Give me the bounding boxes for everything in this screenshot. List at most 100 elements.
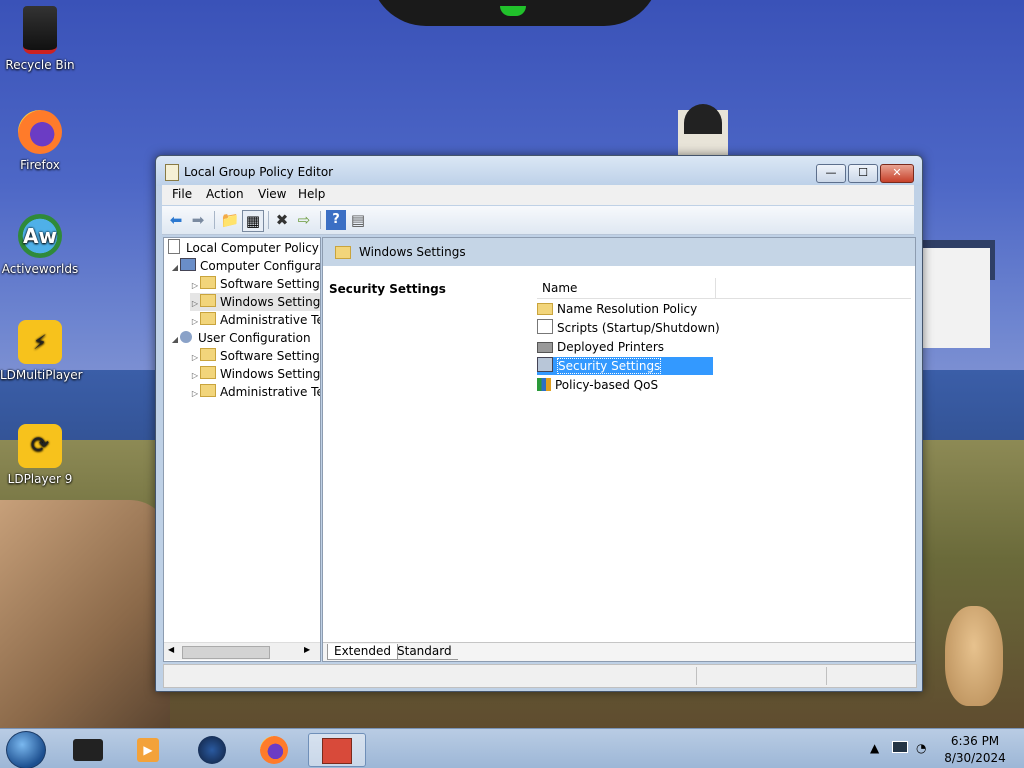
desktop-icon-label: LDPlayer 9 <box>7 472 73 486</box>
tree-label: Local Computer Policy <box>186 241 319 255</box>
desktop-icon-label: LDMultiPlayer <box>0 368 83 382</box>
tree-label: User Configuration <box>198 331 311 345</box>
column-divider[interactable] <box>715 278 716 298</box>
properties-icon[interactable]: ▤ <box>348 210 368 230</box>
start-button[interactable] <box>6 731 46 768</box>
column-header: Name <box>537 278 911 299</box>
tree-item-user-configuration[interactable]: ◢ User Configuration <box>170 329 311 347</box>
folder-icon <box>537 303 553 315</box>
maximize-button[interactable]: ☐ <box>848 164 878 183</box>
status-divider <box>826 667 827 685</box>
forward-arrow-icon[interactable]: ➡ <box>188 210 208 230</box>
menu-help[interactable]: Help <box>298 187 325 201</box>
collapse-arrow-icon[interactable]: ▷ <box>190 385 200 403</box>
help-icon[interactable]: ? <box>326 210 346 230</box>
tab-standard[interactable]: Standard <box>391 644 458 660</box>
close-button[interactable]: ✕ <box>880 164 914 183</box>
status-divider <box>696 667 697 685</box>
toolbar-separator <box>320 211 321 229</box>
tree-item-windows-settings[interactable]: ▷ Windows Setting <box>190 365 320 383</box>
expand-arrow-icon[interactable]: ◢ <box>170 331 180 349</box>
house <box>920 248 990 348</box>
tree-item-administrative-templates[interactable]: ▷ Administrative Te <box>190 311 321 329</box>
menu-file[interactable]: File <box>172 187 192 201</box>
column-name[interactable]: Name <box>542 281 577 295</box>
list-item-selected[interactable]: Security Settings <box>537 357 713 375</box>
desktop-icon-firefox[interactable]: Firefox <box>0 110 80 172</box>
folder-icon <box>200 366 216 379</box>
folder-icon <box>200 312 216 325</box>
browser-globe-icon[interactable] <box>192 733 232 765</box>
network-icon[interactable]: ◔ <box>916 741 926 755</box>
tree-label: Administrative Te <box>220 385 321 399</box>
chart-icon <box>537 378 551 391</box>
tree-item-software-settings[interactable]: ▷ Software Settings <box>190 275 321 293</box>
tree-label: Software Settings <box>220 349 321 363</box>
tree-label: Administrative Te <box>220 313 321 327</box>
tree-horizontal-scrollbar[interactable]: ◀ ▶ <box>164 642 320 660</box>
list-item[interactable]: Name Resolution Policy <box>537 300 713 318</box>
back-arrow-icon[interactable]: ⬅ <box>166 210 186 230</box>
desktop-icon-activeworlds[interactable]: Aw Activeworlds <box>0 214 80 276</box>
title-bar[interactable]: Local Group Policy Editor — ☐ ✕ <box>156 156 922 186</box>
expand-arrow-icon[interactable]: ◢ <box>170 259 180 277</box>
firefox-icon[interactable] <box>254 733 294 765</box>
security-icon <box>537 357 553 372</box>
list-item-label: Scripts (Startup/Shutdown) <box>557 321 720 335</box>
folder-explorer-icon[interactable] <box>68 733 108 765</box>
monitor-icon[interactable] <box>892 741 908 753</box>
folder-icon <box>200 348 216 361</box>
status-bar <box>163 664 917 688</box>
show-hide-tree-icon[interactable]: ▦ <box>242 210 264 232</box>
taskbar: ▶ ▲ ◔ 6:36 PM 8/30/2024 <box>0 728 1024 768</box>
list-item[interactable]: Policy-based QoS <box>537 376 713 394</box>
desktop-icon-ldplayer[interactable]: ⟳ LDPlayer 9 <box>0 424 80 486</box>
group-policy-icon[interactable] <box>308 733 366 767</box>
menu-action[interactable]: Action <box>206 187 244 201</box>
list-item[interactable]: Deployed Printers <box>537 338 713 356</box>
toolbar-separator <box>268 211 269 229</box>
toolbar: ⬅ ➡ 📁 ▦ ✖ ⇨ ? ▤ <box>162 206 914 235</box>
scroll-right-arrow-icon[interactable]: ▶ <box>304 645 310 654</box>
tree-root[interactable]: Local Computer Policy <box>168 239 319 257</box>
clock-time[interactable]: 6:36 PM <box>940 734 1010 748</box>
folder-icon <box>200 276 216 289</box>
list-item[interactable]: Scripts (Startup/Shutdown) <box>537 319 720 337</box>
minimize-button[interactable]: — <box>816 164 846 183</box>
up-folder-icon[interactable]: 📁 <box>220 210 240 230</box>
scrollbar-thumb[interactable] <box>182 646 270 659</box>
delete-icon[interactable]: ✖ <box>272 210 292 230</box>
media-player-icon[interactable]: ▶ <box>128 733 168 765</box>
desktop-icon-ldmultiplayer[interactable]: ⚡ LDMultiPlayer <box>0 320 83 382</box>
scroll-left-arrow-icon[interactable]: ◀ <box>168 645 174 654</box>
details-header-title: Windows Settings <box>359 245 466 259</box>
tree-label: Windows Setting <box>220 367 321 381</box>
menu-view[interactable]: View <box>258 187 286 201</box>
ldmultiplayer-icon: ⚡ <box>18 320 62 364</box>
export-list-icon[interactable]: ⇨ <box>294 210 314 230</box>
desktop-icon-label: Activeworlds <box>1 262 79 276</box>
tree-label: Software Settings <box>220 277 321 291</box>
group-policy-editor-window[interactable]: Local Group Policy Editor — ☐ ✕ File Act… <box>155 155 923 692</box>
hamster-mascot[interactable] <box>945 606 1003 706</box>
desktop-icon-recycle-bin[interactable]: Recycle Bin <box>0 6 80 72</box>
folder-icon <box>200 384 216 397</box>
tree-item-windows-settings[interactable]: ▷ Windows Setting <box>190 293 320 311</box>
tree-item-software-settings[interactable]: ▷ Software Settings <box>190 347 321 365</box>
rocks-background <box>0 500 170 728</box>
user-icon <box>180 331 192 343</box>
tree-item-computer-configuration[interactable]: ◢ Computer Configura <box>170 257 320 277</box>
toolbar-separator <box>214 211 215 229</box>
tab-extended[interactable]: Extended <box>327 644 398 660</box>
list-item-label: Policy-based QoS <box>555 378 659 392</box>
clock-date[interactable]: 8/30/2024 <box>940 751 1010 765</box>
folder-icon <box>335 246 351 259</box>
desktop-background: Recycle Bin Firefox Aw Activeworlds ⚡ LD… <box>0 0 1024 728</box>
view-tabs: Extended Standard <box>323 642 915 661</box>
navigation-tree[interactable]: Local Computer Policy ◢ Computer Configur… <box>163 237 321 662</box>
desktop-icon-label: Firefox <box>20 158 60 172</box>
show-hidden-icons-icon[interactable]: ▲ <box>870 741 879 755</box>
tree-item-administrative-templates[interactable]: ▷ Administrative Te <box>190 383 321 403</box>
lighthouse-top <box>684 104 722 134</box>
policy-editor-icon <box>165 164 179 181</box>
